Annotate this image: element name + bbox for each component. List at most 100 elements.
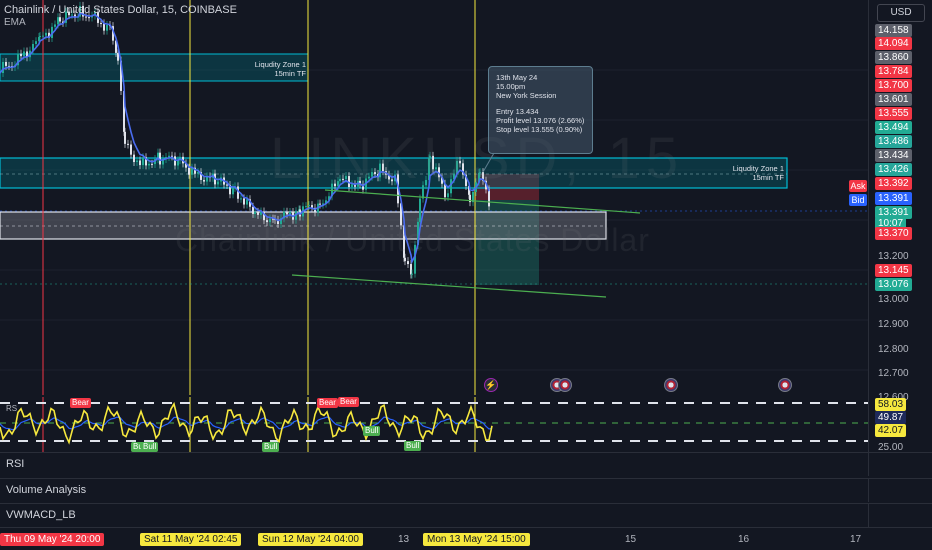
time-axis[interactable]: Thu 09 May '24 20:00 Sat 11 May '24 02:4… — [0, 527, 932, 550]
lightning-icon[interactable]: ⚡ — [484, 378, 498, 392]
candle-body — [391, 179, 393, 182]
price-label: 13.391 — [875, 192, 912, 205]
candle-body — [5, 61, 7, 66]
price-label: 13.486 — [875, 135, 912, 148]
price-label: 13.076 — [875, 278, 912, 291]
zone-label-top-line2: 15min TF — [274, 69, 306, 78]
price-label: 12.900 — [878, 319, 909, 330]
price-label: 14.158 — [875, 24, 912, 37]
candle-body — [85, 16, 87, 18]
candle-body — [240, 198, 242, 200]
candle-body — [459, 160, 461, 164]
price-axis[interactable]: USD Ask Bid 14.158 14.094 13.860 13.784 13.7… — [849, 0, 932, 453]
candle-body — [479, 172, 481, 174]
candle-body — [319, 203, 321, 205]
panel-rsi[interactable]: RSI — [0, 452, 868, 476]
candle-body — [246, 199, 248, 205]
zone-label-mid: Liqudity Zone 1 15min TF — [718, 164, 784, 182]
candle-body — [425, 179, 427, 186]
us-flag-icon[interactable] — [778, 378, 792, 392]
ask-label: Ask — [849, 180, 867, 192]
candle-body — [411, 273, 413, 275]
candle-body — [432, 155, 434, 170]
ema-indicator-label[interactable]: EMA — [4, 17, 26, 28]
candle-body — [308, 205, 310, 207]
candle-body — [54, 24, 56, 27]
note-time: 15.00pm — [496, 82, 526, 91]
candle-body — [133, 154, 135, 163]
candle-body — [429, 155, 431, 159]
zone-label-top-line1: Liqudity Zone 1 — [254, 60, 306, 69]
panel-volume-analysis[interactable]: Volume Analysis — [0, 478, 868, 502]
us-flag-icon[interactable] — [558, 378, 572, 392]
candle-body — [45, 32, 47, 36]
candle-body — [404, 257, 406, 262]
candle-body — [127, 143, 129, 145]
panel-volume-scale — [868, 478, 932, 502]
time-label: 13 — [398, 534, 410, 545]
price-label: 13.784 — [875, 65, 912, 78]
price-label: 58.03 — [875, 398, 907, 411]
candle-body — [57, 17, 59, 25]
candle-body — [342, 178, 344, 180]
candle-body — [407, 261, 409, 265]
indicator-short-label: RS — [6, 404, 18, 413]
candle-body — [488, 189, 490, 207]
candle-body — [168, 155, 170, 158]
time-label: Mon 13 May '24 15:00 — [423, 533, 530, 546]
panel-rsi-scale — [868, 452, 932, 476]
candle-body — [42, 35, 44, 37]
bull-signal-label: Bull — [262, 442, 280, 452]
bull-signal-label: Bull — [363, 426, 381, 436]
price-chart[interactable] — [0, 0, 868, 395]
panel-vwmacd-scale — [868, 503, 932, 527]
candle-body — [414, 244, 416, 274]
candle-body — [419, 198, 421, 222]
candle-body — [139, 160, 141, 166]
us-flag-icon[interactable] — [664, 378, 678, 392]
liquidity-zone-mid[interactable] — [0, 157, 788, 189]
candle-body — [382, 163, 384, 172]
candle-body — [232, 187, 234, 195]
price-label: 13.860 — [875, 51, 912, 64]
candle-body — [23, 51, 25, 57]
candle-body — [252, 206, 254, 214]
trade-note-callout[interactable]: 13th May 24 15.00pm New York Session Ent… — [488, 66, 593, 154]
candle-body — [374, 172, 376, 175]
time-label: Thu 09 May '24 20:00 — [0, 533, 105, 546]
candle-body — [142, 157, 144, 166]
candle-body — [217, 181, 219, 185]
trend-line-lower[interactable] — [291, 274, 607, 298]
price-label: 12.800 — [878, 344, 909, 355]
price-label: 13.700 — [875, 79, 912, 92]
candle-body — [447, 193, 449, 198]
price-label: 12.700 — [878, 368, 909, 379]
note-date: 13th May 24 — [496, 73, 538, 82]
candle-body — [450, 179, 452, 194]
candle-body — [226, 184, 228, 186]
candle-body — [188, 167, 190, 175]
note-stop: Stop level 13.555 (0.90%) — [496, 125, 583, 134]
zone-label-mid-line2: 15min TF — [752, 173, 784, 182]
candle-body — [106, 24, 108, 31]
time-label: Sun 12 May '24 04:00 — [258, 533, 363, 546]
time-label: Sat 11 May '24 02:45 — [140, 533, 242, 546]
panel-vwmacd[interactable]: VWMACD_LB — [0, 503, 868, 527]
price-label: 13.145 — [875, 264, 912, 277]
candle-body — [286, 211, 288, 215]
currency-button[interactable]: USD — [877, 4, 925, 22]
bull-signal-label: Bull — [404, 441, 422, 451]
candle-body — [435, 167, 437, 170]
price-label: 13.370 — [875, 227, 912, 240]
candle-body — [103, 23, 105, 31]
candle-body — [368, 176, 370, 179]
bear-signal-label: Bear — [338, 397, 359, 407]
candle-body — [337, 181, 339, 187]
chart-header-title[interactable]: Chainlink / United States Dollar, 15, CO… — [4, 4, 237, 16]
candle-body — [243, 198, 245, 205]
candle-body — [20, 53, 22, 57]
price-label: 13.200 — [878, 251, 909, 262]
bid-label: Bid — [849, 194, 867, 206]
price-label: 49.87 — [875, 411, 907, 424]
candle-body — [130, 144, 132, 155]
